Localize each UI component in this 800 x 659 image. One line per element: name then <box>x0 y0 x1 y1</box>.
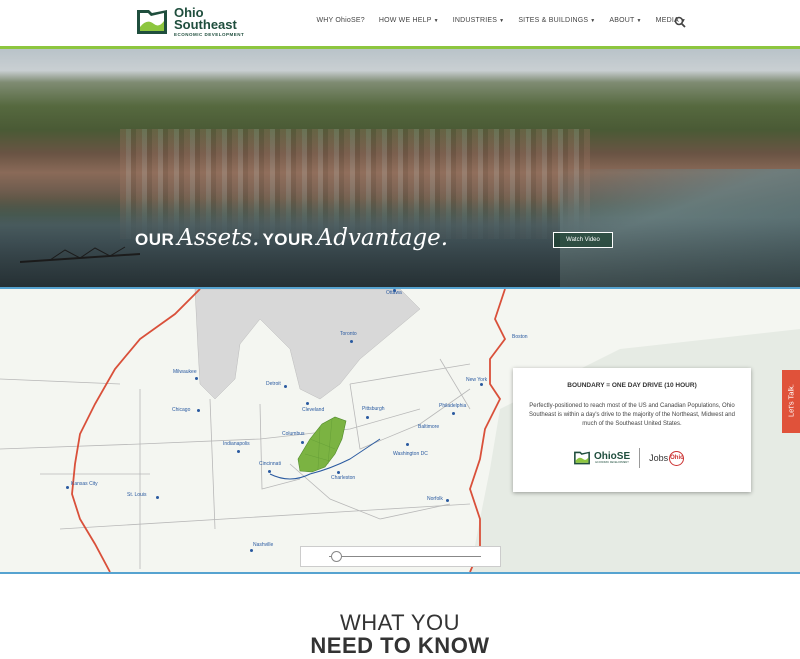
info-title: BOUNDARY = ONE DAY DRIVE (10 HOUR) <box>567 382 697 389</box>
city-cleveland: Cleveland <box>302 407 325 413</box>
great-lakes <box>194 289 421 400</box>
logo-mark-icon <box>137 10 167 35</box>
city-dot <box>446 499 449 502</box>
jobsohio-wordmark-a: Jobs <box>649 453 669 463</box>
nav-label: ABOUT <box>609 17 635 24</box>
nav-label: WHY OhioSE? <box>316 17 365 24</box>
city-dot <box>284 385 287 388</box>
caret-down-icon: ▼ <box>433 18 439 24</box>
hero-tagline: OUR Assets. YOUR Advantage. <box>135 225 451 251</box>
info-body: Perfectly-positioned to reach most of th… <box>529 403 735 427</box>
city-boston: Boston <box>512 334 528 340</box>
city-dot <box>268 470 271 473</box>
site-logo[interactable]: Ohio Southeast ECONOMIC DEVELOPMENT <box>135 6 245 38</box>
city-dot <box>237 450 240 453</box>
map-bottom-rule <box>0 572 800 574</box>
city-baltimore: Baltimore <box>418 424 440 430</box>
city-dot <box>350 340 353 343</box>
city-nashville: Nashville <box>253 542 274 548</box>
caret-down-icon: ▼ <box>636 18 642 24</box>
nav-about[interactable]: ABOUT ▼ <box>609 17 641 24</box>
city-dot <box>393 289 396 292</box>
city-dot <box>366 416 369 419</box>
logo-divider <box>639 448 641 468</box>
tagline-assets: Assets. <box>177 225 260 251</box>
lets-talk-label: Let's Talk. <box>786 384 796 417</box>
section-heading-line2: NEED TO KNOW <box>310 633 490 658</box>
city-dot <box>195 377 198 380</box>
city-st-louis: St. Louis <box>127 492 147 498</box>
nav-label: INDUSTRIES <box>452 17 498 24</box>
site-header: Ohio Southeast ECONOMIC DEVELOPMENT WHY … <box>0 0 800 46</box>
city-detroit: Detroit <box>266 381 281 387</box>
search-icon[interactable] <box>674 16 686 28</box>
tagline-your: YOUR <box>262 230 314 249</box>
city-columbus: Columbus <box>282 431 305 437</box>
city-new-york: New York <box>466 377 488 383</box>
logo-title-line2: Southeast <box>174 17 237 32</box>
ohiose-logo[interactable]: OhioSE ECONOMIC DEVELOPMENT <box>573 450 630 466</box>
city-charleston: Charleston <box>331 475 356 481</box>
city-dot <box>301 441 304 444</box>
city-dot <box>66 486 69 489</box>
nav-how-we-help[interactable]: HOW WE HELP ▼ <box>379 17 439 24</box>
caret-down-icon: ▼ <box>590 18 596 24</box>
city-dot <box>452 412 455 415</box>
nav-sites-buildings[interactable]: SITES & BUILDINGS ▼ <box>518 17 595 24</box>
city-philadelphia: Philadelphia <box>439 403 467 409</box>
slider-thumb[interactable] <box>331 551 343 562</box>
jobsohio-wordmark-b: Ohio <box>669 450 685 466</box>
city-dot <box>337 471 340 474</box>
partner-logos: OhioSE ECONOMIC DEVELOPMENT Jobs Ohio <box>573 448 685 468</box>
nav-label: SITES & BUILDINGS <box>518 17 589 24</box>
hero-banner <box>0 49 800 287</box>
city-chicago: Chicago <box>172 407 191 413</box>
main-nav: WHY OhioSE? HOW WE HELP ▼ INDUSTRIES ▼ SIT… <box>316 17 686 24</box>
tagline-advantage: Advantage. <box>316 225 449 251</box>
map-slider[interactable] <box>300 546 501 567</box>
city-milwaukee: Milwaukee <box>173 369 197 375</box>
state-borders <box>0 358 471 569</box>
nav-why-ohiose[interactable]: WHY OhioSE? <box>316 17 364 24</box>
city-indianapolis: Indianapolis <box>223 441 250 447</box>
city-dot <box>480 383 483 386</box>
city-washington-dc: Washington DC <box>393 451 428 457</box>
jobsohio-logo[interactable]: Jobs Ohio <box>649 450 685 466</box>
nav-label: HOW WE HELP <box>378 17 432 24</box>
ohiose-mark-icon <box>574 451 590 465</box>
watch-video-button[interactable]: Watch Video <box>553 232 613 248</box>
city-toronto: Toronto <box>340 331 357 337</box>
city-kansas-city: Kansas City <box>71 481 98 487</box>
city-dot <box>156 496 159 499</box>
caret-down-icon: ▼ <box>499 18 505 24</box>
logo-subtitle: ECONOMIC DEVELOPMENT <box>174 32 245 37</box>
lets-talk-tab[interactable]: Let's Talk. <box>782 370 800 433</box>
tagline-our: OUR <box>135 230 175 249</box>
city-pittsburgh: Pittsburgh <box>362 406 385 412</box>
city-cincinnati: Cincinnati <box>259 461 281 467</box>
city-dot <box>197 409 200 412</box>
ohiose-wordmark: OhioSE <box>594 451 631 462</box>
drive-info-card: BOUNDARY = ONE DAY DRIVE (10 HOUR) Perfe… <box>513 368 751 492</box>
ohiose-wordmark-sub: ECONOMIC DEVELOPMENT <box>595 461 629 464</box>
city-dot <box>406 443 409 446</box>
city-dot <box>250 549 253 552</box>
city-dot <box>306 402 309 405</box>
nav-industries[interactable]: INDUSTRIES ▼ <box>453 17 505 24</box>
slider-track <box>329 556 481 557</box>
city-norfolk: Norfolk <box>427 496 443 502</box>
